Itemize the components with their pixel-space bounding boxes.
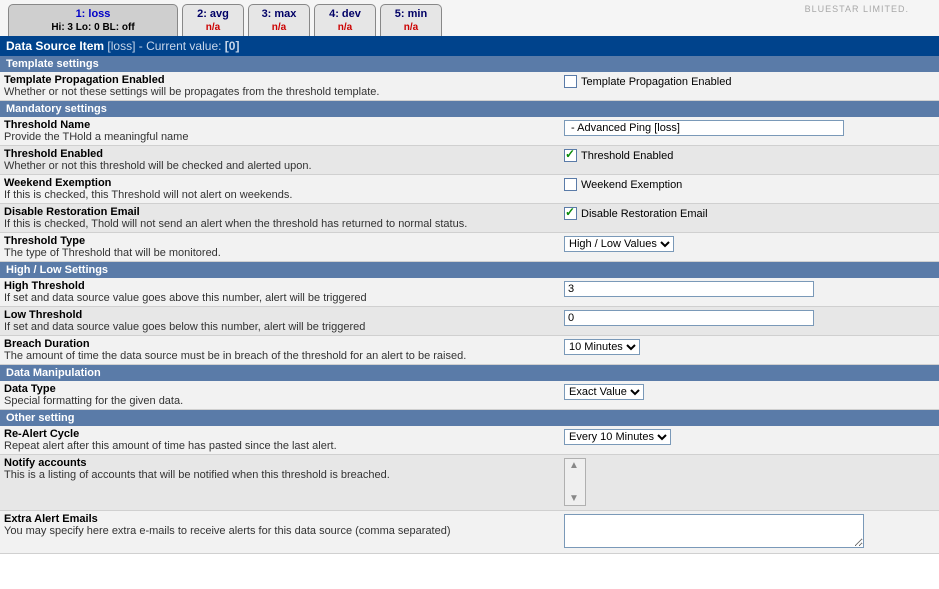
row-threshold-type: Threshold Type The type of Threshold tha…: [0, 233, 939, 262]
tab-min[interactable]: 5: min n/a: [380, 4, 442, 36]
row-title: Template Propagation Enabled: [4, 74, 554, 86]
threshold-enabled-checkbox[interactable]: Threshold Enabled: [564, 149, 673, 162]
row-threshold-enabled: Threshold Enabled Whether or not this th…: [0, 146, 939, 175]
row-title: Data Type: [4, 383, 554, 395]
row-desc: The amount of time the data source must …: [4, 350, 554, 362]
section-highlow: High / Low Settings: [0, 262, 939, 278]
section-other: Other setting: [0, 410, 939, 426]
section-datamanip: Data Manipulation: [0, 365, 939, 381]
row-desc: Whether or not this threshold will be ch…: [4, 160, 554, 172]
row-title: Breach Duration: [4, 338, 554, 350]
tabs: 1: loss Hi: 3 Lo: 0 BL: off 2: avg n/a 3…: [8, 4, 442, 36]
row-title: Disable Restoration Email: [4, 206, 554, 218]
checkbox-icon: [564, 178, 577, 191]
row-title: Re-Alert Cycle: [4, 428, 554, 440]
row-data-type: Data Type Special formatting for the giv…: [0, 381, 939, 410]
threshold-type-select[interactable]: High / Low Values: [564, 236, 674, 252]
tab-avg[interactable]: 2: avg n/a: [182, 4, 244, 36]
template-propagation-checkbox[interactable]: Template Propagation Enabled: [564, 75, 731, 88]
row-title: Extra Alert Emails: [4, 513, 554, 525]
realert-cycle-select[interactable]: Every 10 Minutes: [564, 429, 671, 445]
row-desc: If set and data source value goes below …: [4, 321, 554, 333]
row-title: Weekend Exemption: [4, 177, 554, 189]
row-desc: The type of Threshold that will be monit…: [4, 247, 554, 259]
row-title: Notify accounts: [4, 457, 554, 469]
low-threshold-input[interactable]: [564, 310, 814, 326]
row-desc: If this is checked, Thold will not send …: [4, 218, 554, 230]
row-desc: If set and data source value goes above …: [4, 292, 554, 304]
row-template-propagation: Template Propagation Enabled Whether or …: [0, 72, 939, 101]
row-high-threshold: High Threshold If set and data source va…: [0, 278, 939, 307]
tab-dev[interactable]: 4: dev n/a: [314, 4, 376, 36]
row-title: Low Threshold: [4, 309, 554, 321]
row-low-threshold: Low Threshold If set and data source val…: [0, 307, 939, 336]
threshold-name-input[interactable]: [564, 120, 844, 136]
row-threshold-name: Threshold Name Provide the THold a meani…: [0, 117, 939, 146]
brand-label: BLUESTAR LIMITED.: [805, 2, 909, 14]
data-type-select[interactable]: Exact Value: [564, 384, 644, 400]
tab-loss[interactable]: 1: loss Hi: 3 Lo: 0 BL: off: [8, 4, 178, 36]
page-title: Data Source Item [loss] - Current value:…: [0, 36, 939, 56]
row-desc: Whether or not these settings will be pr…: [4, 86, 554, 98]
row-extra-alert-emails: Extra Alert Emails You may specify here …: [0, 511, 939, 554]
row-breach-duration: Breach Duration The amount of time the d…: [0, 336, 939, 365]
high-threshold-input[interactable]: [564, 281, 814, 297]
row-desc: You may specify here extra e-mails to re…: [4, 525, 554, 537]
row-desc: Provide the THold a meaningful name: [4, 131, 554, 143]
tab-max[interactable]: 3: max n/a: [248, 4, 310, 36]
row-desc: If this is checked, this Threshold will …: [4, 189, 554, 201]
weekend-exemption-checkbox[interactable]: Weekend Exemption: [564, 178, 682, 191]
row-title: Threshold Type: [4, 235, 554, 247]
row-desc: This is a listing of accounts that will …: [4, 469, 554, 481]
extra-alert-emails-input[interactable]: [564, 514, 864, 548]
row-realert-cycle: Re-Alert Cycle Repeat alert after this a…: [0, 426, 939, 455]
checkbox-icon: [564, 75, 577, 88]
row-title: High Threshold: [4, 280, 554, 292]
row-notify-accounts: Notify accounts This is a listing of acc…: [0, 455, 939, 511]
checkbox-icon: [564, 149, 577, 162]
section-mandatory: Mandatory settings: [0, 101, 939, 117]
checkbox-icon: [564, 207, 577, 220]
row-desc: Repeat alert after this amount of time h…: [4, 440, 554, 452]
breach-duration-select[interactable]: 10 Minutes: [564, 339, 640, 355]
row-weekend-exemption: Weekend Exemption If this is checked, th…: [0, 175, 939, 204]
row-title: Threshold Name: [4, 119, 554, 131]
row-desc: Special formatting for the given data.: [4, 395, 554, 407]
section-template: Template settings: [0, 56, 939, 72]
row-disable-restoration: Disable Restoration Email If this is che…: [0, 204, 939, 233]
disable-restoration-checkbox[interactable]: Disable Restoration Email: [564, 207, 708, 220]
row-title: Threshold Enabled: [4, 148, 554, 160]
notify-accounts-list[interactable]: [564, 458, 586, 506]
